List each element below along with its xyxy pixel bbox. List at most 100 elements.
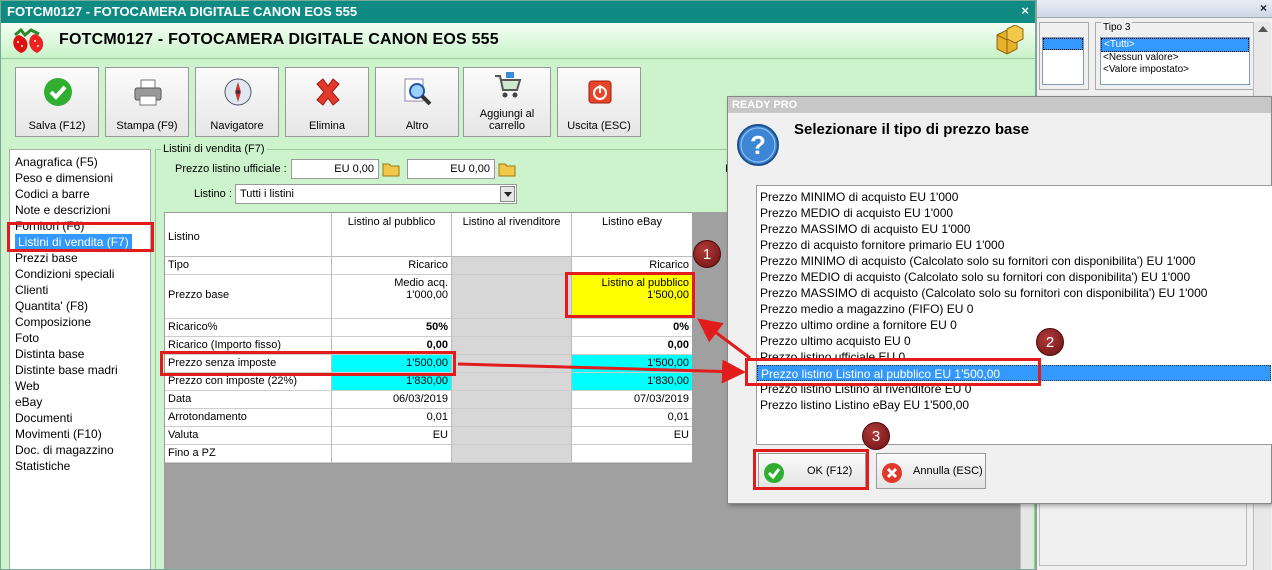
cell-ebay-valuta[interactable]: EU (572, 427, 692, 445)
cell-ebay-tipo[interactable]: Ricarico (572, 257, 692, 275)
nav-item[interactable]: Documenti (15, 410, 72, 426)
folder-icon[interactable] (382, 161, 400, 177)
cell-rivenditore-data[interactable] (452, 391, 572, 409)
price-type-option[interactable]: Prezzo listino Listino al pubblico EU 1'… (757, 365, 1271, 381)
print-label: Stampa (F9) (116, 120, 178, 132)
exit-button[interactable]: Uscita (ESC) (557, 67, 641, 137)
price-type-option[interactable]: Prezzo ultimo acquisto EU 0 (760, 333, 911, 349)
price-type-option[interactable]: Prezzo listino Listino eBay EU 1'500,00 (760, 397, 969, 413)
close-icon[interactable]: × (1021, 4, 1029, 18)
nav-item[interactable]: eBay (15, 394, 42, 410)
prezzo-listino-label: Prezzo listino ufficiale : (175, 163, 287, 175)
nav-item[interactable]: Composizione (15, 314, 91, 330)
prezzo-listino-field-2[interactable]: EU 0,00 (407, 159, 495, 179)
cell-rivenditore-ricarico-fisso[interactable] (452, 337, 572, 355)
column-header-rivenditore[interactable]: Listino al rivenditore (452, 213, 572, 257)
cell-pubblico-valuta[interactable]: EU (332, 427, 452, 445)
cell-rivenditore-valuta[interactable] (452, 427, 572, 445)
cell-pubblico-ricarico-fisso[interactable]: 0,00 (332, 337, 452, 355)
printer-icon (134, 79, 162, 106)
cell-rivenditore-tipo[interactable] (452, 257, 572, 275)
cell-pubblico-prezzo-con-imposte[interactable]: 1'830,00 (332, 373, 452, 391)
cell-pubblico-tipo[interactable]: Ricarico (332, 257, 452, 275)
price-type-option[interactable]: Prezzo MINIMO di acquisto (Calcolato sol… (760, 253, 1195, 269)
listbox-left[interactable] (1042, 37, 1084, 85)
folder-icon[interactable] (498, 161, 516, 177)
price-type-option[interactable]: Prezzo listino ufficiale EU 0 (760, 349, 905, 365)
cell-pubblico-fino-a-pz[interactable] (332, 445, 452, 463)
cancel-button[interactable]: Annulla (ESC) (876, 453, 986, 489)
cell-ebay-fino-a-pz[interactable] (572, 445, 692, 463)
nav-item[interactable]: Web (15, 378, 39, 394)
cell-rivenditore-fino-a-pz[interactable] (452, 445, 572, 463)
nav-item[interactable]: Distinte base madri (15, 362, 118, 378)
price-type-option[interactable]: Prezzo MEDIO di acquisto (Calcolato solo… (760, 269, 1190, 285)
cell-ebay-prezzo-senza-imposte[interactable]: 1'500,00 (572, 355, 692, 373)
nav-item[interactable]: Doc. di magazzino (15, 442, 114, 458)
list-item[interactable]: <Valore impostato> (1101, 64, 1249, 76)
nav-item[interactable]: Prezzi base (15, 250, 78, 266)
cell-pubblico-prezzo-base[interactable]: Medio acq. 1'000,00 (332, 275, 452, 319)
cell-ebay-arrotondamento[interactable]: 0,01 (572, 409, 692, 427)
price-type-option[interactable]: Prezzo listino Listino al rivenditore EU… (760, 381, 971, 397)
cell-rivenditore-prezzo-base[interactable] (452, 275, 572, 319)
nav-item[interactable]: Fornitori (F6) (15, 218, 84, 234)
nav-item[interactable]: Codici a barre (15, 186, 90, 202)
price-type-option[interactable]: Prezzo MASSIMO di acquisto EU 1'000 (760, 221, 970, 237)
navigator-button[interactable]: Navigatore (195, 67, 279, 137)
chevron-down-icon (504, 192, 512, 197)
cell-pubblico-data[interactable]: 06/03/2019 (332, 391, 452, 409)
cell-rivenditore-arrotondamento[interactable] (452, 409, 572, 427)
prezzo-base-type: Listino al pubblico (601, 277, 689, 289)
cell-rivenditore-ricarico-perc[interactable] (452, 319, 572, 337)
listini-group-title: Listini di vendita (F7) (161, 143, 267, 155)
cell-ebay-prezzo-base[interactable]: Listino al pubblico 1'500,00 (572, 275, 692, 319)
price-type-option[interactable]: Prezzo ultimo ordine a fornitore EU 0 (760, 317, 957, 333)
price-type-option[interactable]: Prezzo MINIMO di acquisto EU 1'000 (760, 189, 958, 205)
list-item[interactable]: <Tutti> (1101, 38, 1249, 52)
print-button[interactable]: Stampa (F9) (105, 67, 189, 137)
dropdown-button[interactable] (500, 186, 515, 202)
tipo3-listbox[interactable]: <Tutti> <Nessun valore> <Valore impostat… (1100, 37, 1250, 85)
nav-item[interactable]: Distinta base (15, 346, 84, 362)
nav-item[interactable]: Note e descrizioni (15, 202, 110, 218)
cell-pubblico-prezzo-senza-imposte[interactable]: 1'500,00 (332, 355, 452, 373)
cell-ebay-ricarico-fisso[interactable]: 0,00 (572, 337, 692, 355)
nav-item[interactable]: Anagrafica (F5) (15, 154, 98, 170)
cell-rivenditore-prezzo-senza-imposte[interactable] (452, 355, 572, 373)
delete-button[interactable]: Elimina (285, 67, 369, 137)
prezzo-listino-field-1[interactable]: EU 0,00 (291, 159, 379, 179)
price-type-option[interactable]: Prezzo MASSIMO di acquisto (Calcolato so… (760, 285, 1207, 301)
nav-item[interactable]: Listini di vendita (F7) (15, 234, 132, 250)
list-item[interactable]: <Nessun valore> (1101, 52, 1249, 64)
add-to-cart-button[interactable]: Aggiungi al carrello (463, 67, 551, 137)
nav-item[interactable]: Peso e dimensioni (15, 170, 113, 186)
background-window-titlebar: × (1037, 0, 1272, 18)
other-button[interactable]: Altro (375, 67, 459, 137)
listino-select[interactable]: Tutti i listini (235, 184, 517, 204)
price-type-option[interactable]: Prezzo MEDIO di acquisto EU 1'000 (760, 205, 953, 221)
nav-item[interactable]: Foto (15, 330, 39, 346)
nav-item[interactable]: Condizioni speciali (15, 266, 114, 282)
cell-pubblico-arrotondamento[interactable]: 0,01 (332, 409, 452, 427)
price-type-option[interactable]: Prezzo di acquisto fornitore primario EU… (760, 237, 1004, 253)
ok-button[interactable]: OK (F12) (758, 453, 866, 489)
cell-ebay-data[interactable]: 07/03/2019 (572, 391, 692, 409)
row-label-prezzo-senza-imposte: Prezzo senza imposte (165, 355, 332, 373)
nav-item[interactable]: Movimenti (F10) (15, 426, 102, 442)
cell-pubblico-ricarico-perc[interactable]: 50% (332, 319, 452, 337)
column-header-pubblico[interactable]: Listino al pubblico (332, 213, 452, 257)
svg-text:?: ? (750, 130, 766, 160)
scroll-up-icon[interactable] (1258, 26, 1268, 32)
column-header-ebay[interactable]: Listino eBay (572, 213, 692, 257)
nav-item[interactable]: Statistiche (15, 458, 70, 474)
save-button[interactable]: Salva (F12) (15, 67, 99, 137)
cell-ebay-prezzo-con-imposte[interactable]: 1'830,00 (572, 373, 692, 391)
cell-ebay-ricarico-perc[interactable]: 0% (572, 319, 692, 337)
cell-rivenditore-prezzo-con-imposte[interactable] (452, 373, 572, 391)
add-to-cart-line1: Aggiungi al (479, 108, 535, 120)
nav-item[interactable]: Quantita' (F8) (15, 298, 88, 314)
price-type-option[interactable]: Prezzo medio a magazzino (FIFO) EU 0 (760, 301, 973, 317)
close-icon[interactable]: × (1260, 1, 1267, 15)
nav-item[interactable]: Clienti (15, 282, 48, 298)
